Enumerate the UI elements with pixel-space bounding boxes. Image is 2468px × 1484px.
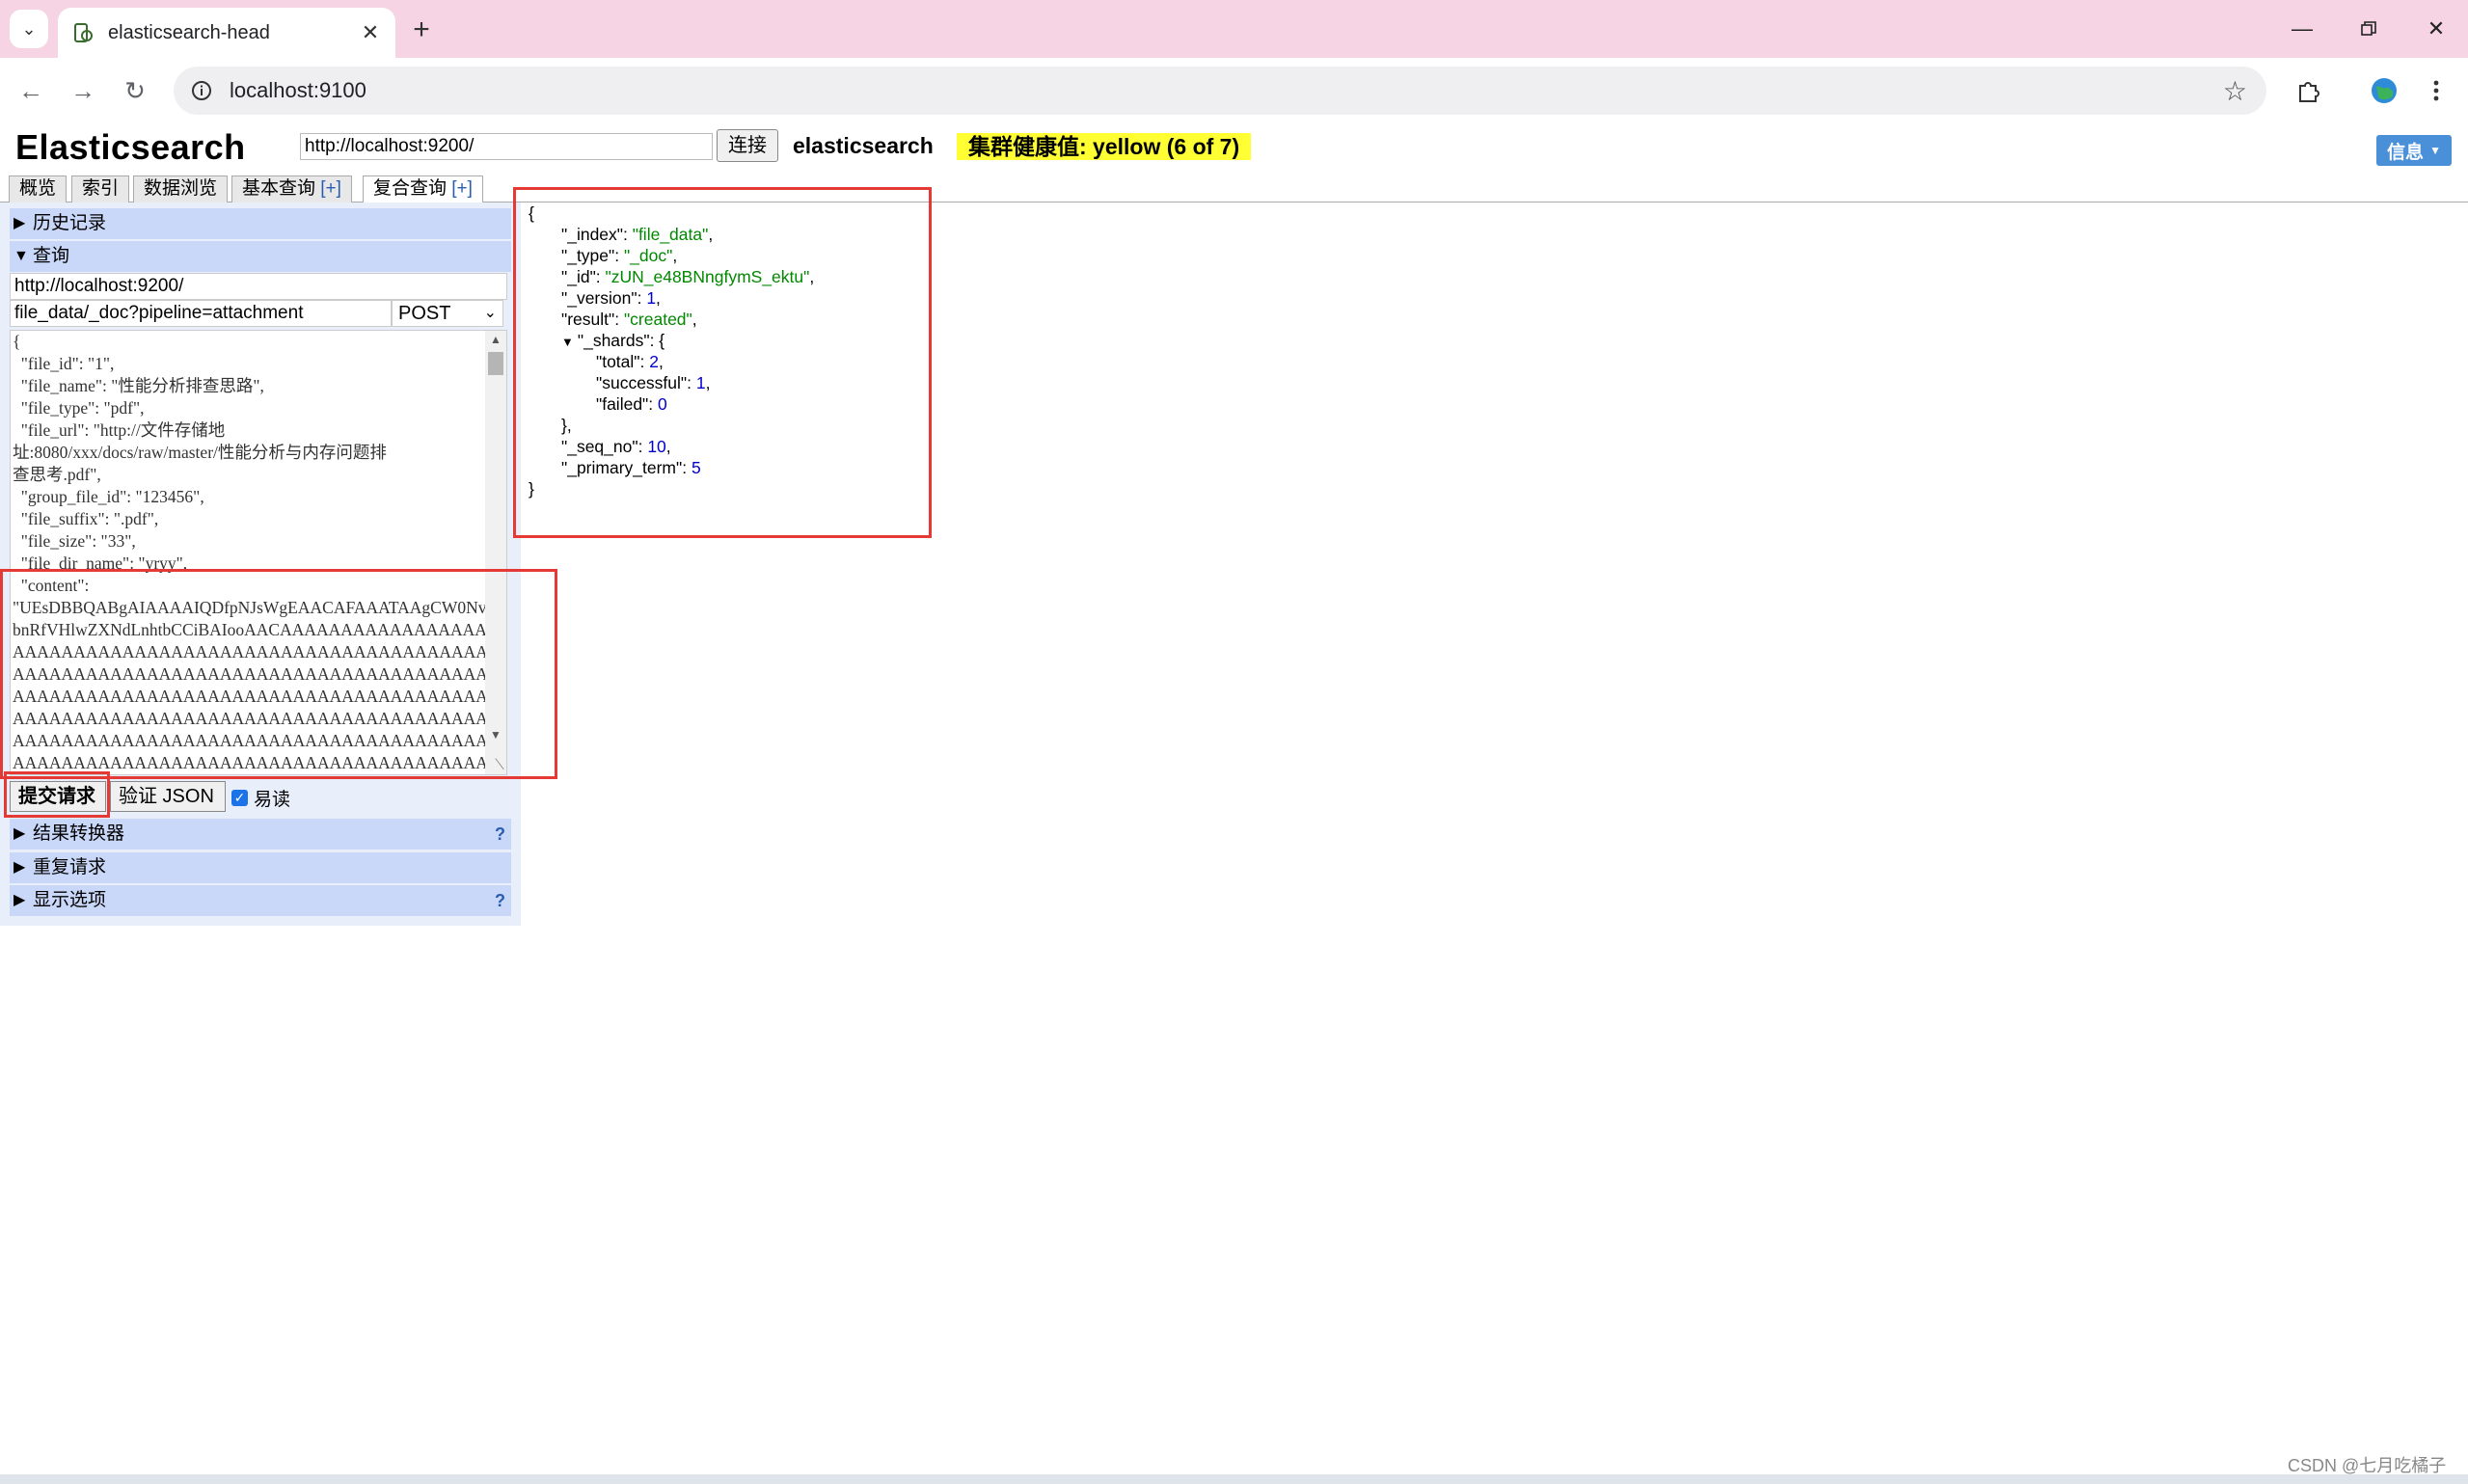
- browser-tab-strip: ⌄ elasticsearch-head ✕ + — ✕: [0, 0, 2468, 58]
- profile-avatar-icon[interactable]: [2365, 73, 2403, 108]
- site-info-icon[interactable]: [189, 78, 214, 103]
- server-url-field[interactable]: http://localhost:9200/: [10, 273, 507, 300]
- code-line: "file_size": "33",: [13, 531, 136, 551]
- app-title: Elasticsearch: [15, 127, 246, 167]
- help-icon[interactable]: ?: [495, 819, 505, 850]
- browser-menu-icon[interactable]: [2417, 73, 2455, 108]
- app-header: Elasticsearch 连接 elasticsearch 集群健康值: ye…: [0, 123, 2468, 170]
- triangle-right-icon: ▶: [14, 859, 26, 876]
- tab-compound-query[interactable]: 复合查询 [+]: [363, 175, 483, 203]
- transformer-label: 结果转换器: [33, 823, 125, 844]
- pretty-print-label: 易读: [254, 790, 291, 810]
- code-line: "file_id": "1",: [13, 354, 115, 373]
- display-options-section-header[interactable]: ▶ 显示选项 ?: [10, 885, 511, 916]
- query-label: 查询: [33, 246, 70, 266]
- app-tab-bar: 概览 索引 数据浏览 基本查询 [+] 复合查询 [+]: [0, 174, 2468, 203]
- cluster-name: elasticsearch: [793, 133, 934, 158]
- connect-button[interactable]: 连接: [717, 129, 778, 162]
- tab-overview[interactable]: 概览: [9, 175, 68, 202]
- request-path-field[interactable]: file_data/_doc?pipeline=attachment: [10, 300, 392, 327]
- tab-browser-label: 数据浏览: [144, 178, 218, 199]
- triangle-right-icon: ▶: [14, 215, 26, 231]
- elasticsearch-head-favicon-icon: [71, 21, 95, 44]
- tab-indices[interactable]: 索引: [71, 175, 130, 202]
- code-line: 址:8080/xxx/docs/raw/master/性能分析与内存问题排: [13, 443, 387, 462]
- scroll-up-icon[interactable]: ▲: [485, 333, 506, 350]
- repeat-label: 重复请求: [33, 857, 107, 877]
- close-tab-icon[interactable]: ✕: [357, 19, 384, 46]
- bookmark-star-icon[interactable]: ☆: [2223, 75, 2247, 107]
- minimize-icon[interactable]: —: [2283, 12, 2321, 46]
- validate-json-button[interactable]: 验证 JSON: [110, 781, 226, 812]
- content-highlight-box: [0, 569, 557, 779]
- checkbox-checked-icon[interactable]: ✓: [231, 790, 248, 806]
- code-line: 查思考.pdf",: [13, 465, 101, 484]
- tab-compound-query-label: 复合查询: [373, 178, 452, 199]
- chevron-down-icon: ⌄: [21, 18, 37, 39]
- code-line: "file_suffix": ".pdf",: [13, 509, 159, 528]
- history-section-header[interactable]: ▶ 历史记录: [10, 208, 511, 239]
- connect-url-input[interactable]: [300, 133, 713, 160]
- result-highlight-box: [513, 187, 932, 538]
- browser-tab[interactable]: elasticsearch-head ✕: [58, 8, 395, 58]
- http-method-value: POST: [398, 303, 451, 324]
- code-line: {: [13, 332, 21, 351]
- info-label: 信息: [2387, 142, 2425, 163]
- forward-arrow-icon[interactable]: →: [64, 73, 102, 108]
- tab-title: elasticsearch-head: [108, 21, 270, 43]
- code-line: "file_name": "性能分析排查思路",: [13, 376, 264, 395]
- address-bar[interactable]: localhost:9100 ☆: [174, 67, 2266, 115]
- chevron-down-icon: ⌄: [483, 305, 497, 321]
- restore-icon[interactable]: [2349, 12, 2388, 46]
- reload-icon[interactable]: ↻: [116, 73, 154, 108]
- display-options-label: 显示选项: [33, 890, 107, 910]
- address-text: localhost:9100: [230, 78, 366, 102]
- triangle-down-icon: ▼: [14, 248, 29, 264]
- transformer-section-header[interactable]: ▶ 结果转换器 ?: [10, 819, 511, 850]
- tab-basic-query[interactable]: 基本查询 [+]: [231, 175, 352, 202]
- browser-toolbar: ← → ↻ localhost:9100 ☆: [0, 58, 2468, 123]
- tab-list-button[interactable]: ⌄: [10, 10, 48, 48]
- bottom-strip: [0, 1474, 2468, 1484]
- history-label: 历史记录: [33, 213, 107, 233]
- pretty-print-toggle[interactable]: ✓ 易读: [231, 785, 290, 811]
- code-line: "file_url": "http://文件存储地: [13, 420, 226, 440]
- code-line: "file_type": "pdf",: [13, 398, 145, 418]
- close-window-icon[interactable]: ✕: [2417, 12, 2455, 46]
- tab-browser[interactable]: 数据浏览: [133, 175, 229, 202]
- tab-indices-label: 索引: [82, 178, 120, 199]
- query-section-header[interactable]: ▼ 查询: [10, 241, 511, 272]
- http-method-select[interactable]: POST ⌄: [392, 300, 503, 327]
- info-menu-button[interactable]: 信息 ▼: [2376, 135, 2452, 166]
- tab-basic-query-label: 基本查询: [242, 178, 321, 199]
- new-tab-button[interactable]: +: [405, 13, 438, 46]
- help-icon[interactable]: ?: [495, 885, 505, 916]
- extensions-puzzle-icon[interactable]: [2290, 73, 2328, 108]
- triangle-right-icon: ▶: [14, 825, 26, 842]
- scrollbar-thumb[interactable]: [488, 352, 503, 375]
- code-line: "group_file_id": "123456",: [13, 487, 204, 506]
- repeat-section-header[interactable]: ▶ 重复请求: [10, 852, 511, 883]
- back-arrow-icon[interactable]: ←: [12, 73, 50, 108]
- tab-overview-label: 概览: [19, 178, 57, 199]
- submit-highlight-box: [4, 771, 110, 818]
- triangle-right-icon: ▶: [14, 892, 26, 908]
- caret-down-icon: ▼: [2429, 144, 2441, 157]
- tab-basic-query-plus[interactable]: [+]: [320, 178, 341, 199]
- tab-compound-query-plus[interactable]: [+]: [451, 178, 473, 199]
- cluster-health-badge: 集群健康值: yellow (6 of 7): [957, 133, 1252, 160]
